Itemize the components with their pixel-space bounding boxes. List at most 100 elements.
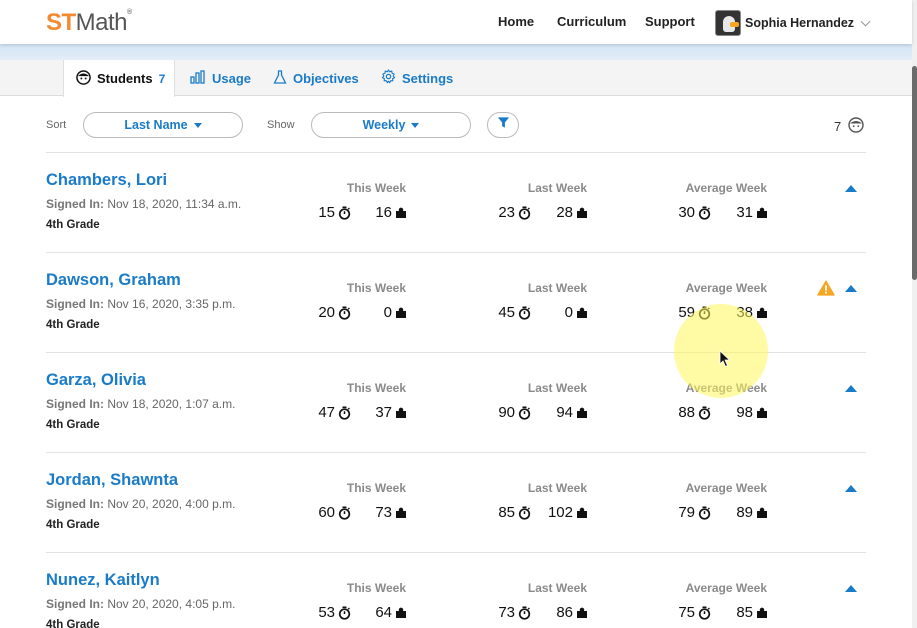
sort-value: Last Name [124, 118, 188, 132]
stopwatch-icon [518, 406, 531, 420]
bar-chart-icon [190, 69, 206, 87]
puzzles-stat: 37 [375, 404, 407, 421]
minutes-value: 73 [498, 604, 515, 621]
nav-home-link[interactable]: Home [498, 14, 534, 29]
column-label-last-week: Last Week [527, 381, 587, 395]
column-label-average-week: Average Week [685, 181, 767, 195]
column-label-average-week: Average Week [685, 381, 767, 395]
puzzles-stat: 31 [736, 204, 768, 221]
puzzles-stat: 98 [736, 404, 768, 421]
collapse-caret-icon[interactable] [845, 485, 857, 492]
student-name-link[interactable]: Dawson, Graham [46, 271, 181, 290]
minutes-value: 30 [678, 204, 695, 221]
student-row[interactable]: Dawson, Graham Signed In: Nov 16, 2020, 3… [0, 253, 912, 353]
minutes-value: 53 [318, 604, 335, 621]
stopwatch-icon [338, 306, 351, 320]
collapse-caret-icon[interactable] [845, 285, 857, 292]
signed-in-prefix: Signed In: [46, 597, 104, 611]
avatar [715, 10, 741, 36]
puzzles-value: 31 [736, 204, 753, 221]
student-row[interactable]: Jordan, Shawnta Signed In: Nov 20, 2020, … [0, 453, 912, 553]
show-dropdown[interactable]: Weekly [311, 112, 471, 138]
signed-in-text: Signed In: Nov 18, 2020, 11:34 a.m. [46, 197, 241, 211]
collapse-caret-icon[interactable] [845, 185, 857, 192]
sort-label: Sort [46, 119, 67, 131]
stopwatch-icon [338, 506, 351, 520]
puzzles-value: 38 [736, 304, 753, 321]
minutes-stat: 30 [678, 204, 711, 221]
sort-dropdown[interactable]: Last Name [83, 112, 243, 138]
puzzles-stat: 102 [548, 504, 588, 521]
collapse-caret-icon[interactable] [845, 385, 857, 392]
tab-objectives[interactable]: Objectives [273, 60, 359, 96]
student-name-link[interactable]: Nunez, Kaitlyn [46, 571, 160, 590]
minutes-stat: 15 [318, 204, 351, 221]
signed-in-text: Signed In: Nov 20, 2020, 4:05 p.m. [46, 597, 235, 611]
stopwatch-icon [338, 406, 351, 420]
tab-usage[interactable]: Usage [190, 60, 251, 96]
signed-in-prefix: Signed In: [46, 197, 104, 211]
minutes-value: 85 [498, 504, 515, 521]
puzzles-value: 94 [556, 404, 573, 421]
warning-icon[interactable] [817, 280, 835, 301]
nav-curriculum-link[interactable]: Curriculum [557, 14, 626, 29]
minutes-stat: 73 [498, 604, 531, 621]
header-band [0, 44, 912, 60]
tab-students[interactable]: Students 7 [63, 60, 175, 97]
filter-button[interactable] [487, 112, 519, 138]
minutes-stat: 53 [318, 604, 351, 621]
st-math-logo[interactable]: STMath® [46, 9, 132, 37]
puzzles-value: 28 [556, 204, 573, 221]
student-row[interactable]: Chambers, Lori Signed In: Nov 18, 2020, 1… [0, 153, 912, 253]
minutes-value: 59 [678, 304, 695, 321]
tab-settings-label: Settings [402, 70, 454, 86]
scrollbar-thumb[interactable] [912, 66, 917, 280]
stopwatch-icon [518, 506, 531, 520]
signed-in-date: Nov 18, 2020, 11:34 a.m. [107, 197, 242, 211]
puzzles-value: 0 [564, 304, 573, 321]
stopwatch-icon [698, 206, 711, 220]
student-name-link[interactable]: Garza, Olivia [46, 371, 146, 390]
puzzles-stat: 64 [375, 604, 407, 621]
tab-settings[interactable]: Settings [381, 60, 453, 96]
minutes-value: 23 [498, 204, 515, 221]
signed-in-text: Signed In: Nov 20, 2020, 4:00 p.m. [46, 497, 235, 511]
puzzle-piece-icon [757, 607, 767, 618]
puzzles-stat: 73 [375, 504, 407, 521]
student-name-link[interactable]: Jordan, Shawnta [46, 471, 178, 490]
puzzle-piece-icon [757, 307, 767, 318]
face-icon [848, 117, 864, 136]
puzzles-value: 85 [736, 604, 753, 621]
st-math-students-page: STMath® Home Curriculum Support Sophia H… [0, 0, 917, 628]
student-row[interactable]: Nunez, Kaitlyn Signed In: Nov 20, 2020, 4… [0, 553, 912, 628]
puzzle-piece-icon [757, 507, 767, 518]
stopwatch-icon [518, 606, 531, 620]
student-row[interactable]: Garza, Olivia Signed In: Nov 18, 2020, 1:… [0, 353, 912, 453]
puzzle-piece-icon [577, 207, 587, 218]
collapse-caret-icon[interactable] [845, 585, 857, 592]
stopwatch-icon [698, 606, 711, 620]
caret-down-icon [193, 122, 202, 128]
grade-label: 4th Grade [46, 219, 100, 231]
tab-objectives-label: Objectives [293, 70, 359, 86]
column-label-this-week: This Week [346, 481, 406, 495]
puzzles-stat: 16 [375, 204, 407, 221]
stopwatch-icon [698, 406, 711, 420]
scrollbar[interactable] [912, 0, 917, 628]
signed-in-date: Nov 16, 2020, 3:35 p.m. [107, 297, 236, 311]
puzzle-piece-icon [396, 607, 406, 618]
nav-support-link[interactable]: Support [645, 14, 695, 29]
signed-in-text: Signed In: Nov 16, 2020, 3:35 p.m. [46, 297, 235, 311]
filter-icon [497, 116, 510, 134]
puzzles-value: 37 [375, 404, 392, 421]
signed-in-prefix: Signed In: [46, 497, 104, 511]
tab-usage-label: Usage [212, 70, 252, 86]
puzzle-piece-icon [577, 407, 587, 418]
puzzles-value: 89 [736, 504, 753, 521]
user-menu[interactable]: Sophia Hernandez [715, 10, 871, 36]
student-name-link[interactable]: Chambers, Lori [46, 171, 167, 190]
puzzles-stat: 86 [556, 604, 588, 621]
puzzle-piece-icon [757, 207, 767, 218]
caret-down-icon [411, 122, 420, 128]
minutes-stat: 85 [498, 504, 531, 521]
